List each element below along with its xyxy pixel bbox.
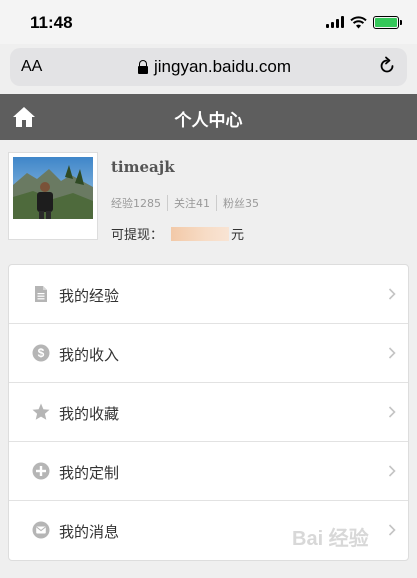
avatar-photo (13, 157, 93, 219)
menu-item-my-income[interactable]: $ 我的收入 (9, 324, 408, 383)
menu-item-my-customization[interactable]: 我的定制 (9, 442, 408, 501)
amount-redacted (171, 226, 230, 241)
page-header: 个人中心 (0, 94, 417, 140)
menu-item-label: 我的定制 (59, 464, 120, 482)
cellular-signal-icon (326, 16, 344, 28)
plus-circle-icon (32, 462, 50, 480)
profile-section: timeajk 经验1285 关注41 粉丝35 可提现： 元 (0, 140, 417, 256)
document-icon (35, 286, 47, 302)
chevron-right-icon (388, 524, 396, 536)
status-bar: 11:48 (0, 0, 417, 44)
username: timeajk (111, 158, 175, 176)
baidu-jingyan-watermark: Bai 经验 (292, 528, 369, 550)
message-icon (32, 521, 50, 539)
text-size-button[interactable]: AA (21, 58, 42, 76)
chevron-right-icon (388, 288, 396, 300)
chevron-right-icon (388, 465, 396, 477)
stat-experience[interactable]: 经验1285 (111, 195, 167, 211)
chevron-right-icon (388, 347, 396, 359)
avatar[interactable] (8, 152, 98, 240)
menu-item-my-favorites[interactable]: 我的收藏 (9, 383, 408, 442)
withdraw-label: 可提现： (111, 228, 164, 243)
svg-text:$: $ (38, 346, 45, 360)
menu-item-label: 我的收藏 (59, 405, 120, 423)
page-title: 个人中心 (174, 111, 243, 131)
stat-followers[interactable]: 粉丝35 (216, 195, 265, 211)
chevron-right-icon (388, 406, 396, 418)
withdrawable-balance: 可提现： 元 (111, 224, 244, 243)
lock-icon (138, 60, 148, 74)
battery-icon (373, 15, 402, 29)
wifi-icon (350, 15, 367, 28)
currency-unit: 元 (231, 228, 245, 243)
menu-item-label: 我的消息 (59, 523, 120, 541)
status-icons (326, 15, 402, 29)
menu-item-my-experience[interactable]: 我的经验 (9, 265, 408, 324)
menu-item-label: 我的经验 (59, 287, 120, 305)
menu-item-label: 我的收入 (59, 346, 120, 364)
stat-following[interactable]: 关注41 (167, 195, 216, 211)
status-time: 11:48 (30, 13, 73, 32)
url-field[interactable]: jingyan.baidu.com (138, 57, 291, 77)
profile-stats: 经验1285 关注41 粉丝35 (111, 195, 265, 211)
star-icon (32, 403, 50, 420)
dollar-coin-icon: $ (32, 344, 50, 362)
url-text: jingyan.baidu.com (154, 57, 292, 76)
reload-icon[interactable] (377, 56, 397, 76)
address-bar[interactable]: AA jingyan.baidu.com (10, 48, 407, 86)
menu-list: 我的经验 $ 我的收入 我的收藏 我的定制 我的消息 (8, 264, 409, 561)
